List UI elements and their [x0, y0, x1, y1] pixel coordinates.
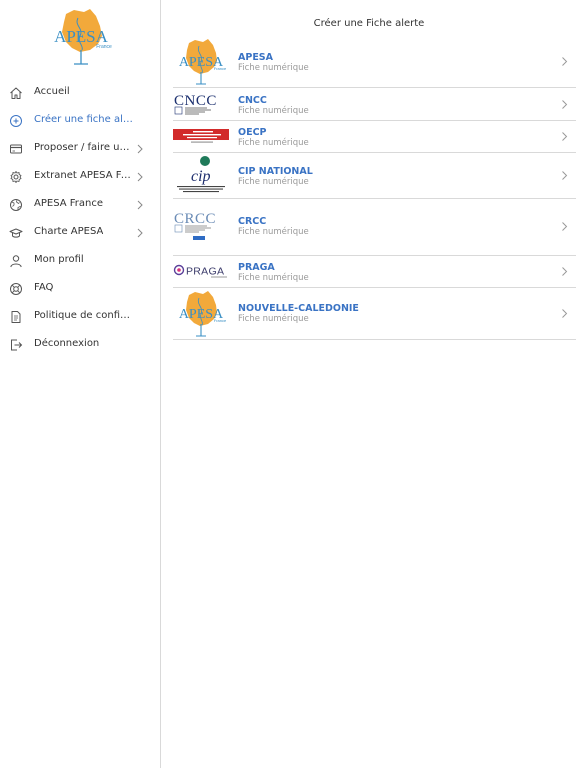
graduation-cap-icon	[9, 226, 23, 240]
praga-logo: PRAGA	[173, 264, 229, 280]
apesa-logo: APESA France	[173, 289, 229, 339]
chevron-right-icon	[561, 266, 568, 277]
chevron-right-icon	[561, 56, 568, 67]
org-row-apesa[interactable]: APESA France APESA Fiche numérique	[173, 36, 576, 88]
sidebar-item-label: APESA France	[34, 198, 103, 209]
chevron-right-icon	[561, 170, 568, 181]
page-title: Créer une Fiche alerte	[313, 18, 425, 29]
sidebar-item-extranet[interactable]: Extranet APESA Fra...	[0, 163, 161, 191]
org-row-crcc[interactable]: CRCC CRCC Fiche numérique	[173, 199, 576, 256]
org-subtitle: Fiche numérique	[238, 106, 309, 116]
globe-icon	[9, 198, 23, 212]
sidebar-item-profil[interactable]: Mon profil	[0, 247, 161, 275]
svg-text:cip: cip	[191, 168, 211, 185]
chevron-right-icon	[561, 221, 568, 232]
svg-text:France: France	[214, 318, 227, 323]
org-row-nouvelle-caledonie[interactable]: APESA France NOUVELLE-CALEDONIE Fiche nu…	[173, 288, 576, 340]
org-subtitle: Fiche numérique	[238, 138, 309, 148]
sidebar-item-label: Extranet APESA Fra...	[34, 170, 134, 181]
chevron-right-icon	[561, 131, 568, 142]
logout-icon	[9, 338, 23, 352]
apesa-logo: APESA France	[173, 37, 229, 87]
chevron-right-icon	[136, 171, 144, 183]
org-row-praga[interactable]: PRAGA PRAGA Fiche numérique	[173, 256, 576, 288]
sidebar-item-label: Politique de confidenti...	[34, 310, 134, 321]
gear-icon	[9, 170, 23, 184]
svg-text:CRCC: CRCC	[174, 211, 216, 227]
main-content: Créer une Fiche alerte APESA France APES…	[162, 0, 576, 768]
sidebar-item-label: Accueil	[34, 86, 70, 97]
cncc-logo: CNCC	[173, 91, 229, 117]
org-subtitle: Fiche numérique	[238, 314, 309, 324]
sidebar-item-label: Proposer / faire un d...	[34, 142, 134, 153]
sidebar-item-label: Charte APESA	[34, 226, 104, 237]
sidebar-item-proposer[interactable]: Proposer / faire un d...	[0, 135, 161, 163]
sidebar-item-accueil[interactable]: Accueil	[0, 79, 161, 107]
sidebar-item-creer[interactable]: Créer une fiche alerte	[0, 107, 161, 135]
svg-text:PRAGA: PRAGA	[186, 266, 224, 278]
svg-text:France: France	[96, 44, 112, 50]
home-icon	[9, 86, 23, 100]
sidebar-item-label: Mon profil	[34, 254, 84, 265]
chevron-right-icon	[561, 308, 568, 319]
lifebuoy-icon	[9, 282, 23, 296]
organization-list: APESA France APESA Fiche numérique CNCC	[173, 36, 576, 340]
org-row-cncc[interactable]: CNCC CNCC Fiche numérique	[173, 88, 576, 121]
org-subtitle: Fiche numérique	[238, 273, 309, 283]
oecp-logo	[173, 129, 229, 145]
chevron-right-icon	[136, 199, 144, 211]
sidebar-item-label: FAQ	[34, 282, 54, 293]
document-icon	[9, 310, 23, 324]
chevron-right-icon	[136, 143, 144, 155]
user-icon	[9, 254, 23, 268]
org-subtitle: Fiche numérique	[238, 177, 309, 187]
chevron-right-icon	[561, 99, 568, 110]
sidebar-item-deconnexion[interactable]: Déconnexion	[0, 331, 161, 359]
svg-text:CNCC: CNCC	[174, 93, 217, 109]
svg-text:France: France	[214, 66, 227, 71]
apesa-brand-logo: APESA France	[44, 6, 118, 68]
card-icon	[9, 142, 23, 156]
sidebar: APESA France Accueil Créer une fiche ale…	[0, 0, 161, 768]
sidebar-item-faq[interactable]: FAQ	[0, 275, 161, 303]
crcc-logo: CRCC	[173, 209, 229, 245]
org-row-oecp[interactable]: OECP Fiche numérique	[173, 121, 576, 153]
org-row-cip[interactable]: cip CIP NATIONAL Fiche numérique	[173, 153, 576, 199]
chevron-right-icon	[136, 227, 144, 239]
sidebar-item-charte[interactable]: Charte APESA	[0, 219, 161, 247]
org-subtitle: Fiche numérique	[238, 63, 309, 73]
org-subtitle: Fiche numérique	[238, 227, 309, 237]
sidebar-item-label: Créer une fiche alerte	[34, 114, 134, 125]
plus-circle-icon	[9, 114, 23, 128]
sidebar-nav: Accueil Créer une fiche alerte Proposer …	[0, 79, 161, 359]
sidebar-item-apesa-france[interactable]: APESA France	[0, 191, 161, 219]
sidebar-item-politique[interactable]: Politique de confidenti...	[0, 303, 161, 331]
cip-logo: cip	[173, 155, 229, 197]
sidebar-item-label: Déconnexion	[34, 338, 100, 349]
